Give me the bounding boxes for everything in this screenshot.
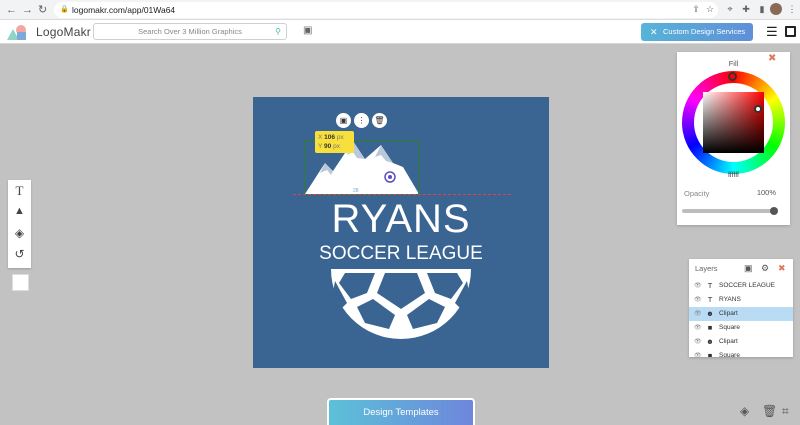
close-icon[interactable]: ✖ (778, 263, 786, 274)
saturation-picker[interactable] (703, 92, 764, 153)
layers-panel: Layers ▣ ⚙ ✖ 👁 T SOCCER LEAGUE 👁 T RYANS 👁 ☻ Cli… (689, 259, 793, 357)
search-icon[interactable]: ⚲ (275, 24, 281, 39)
url-text: logomakr.com/app/01Wa64 (72, 5, 176, 15)
close-icon[interactable]: ✖ (768, 53, 776, 64)
gear-icon[interactable]: ⚙ (761, 263, 769, 274)
trash-icon[interactable]: 🗑 (762, 404, 777, 418)
fill-panel: Fill ✖ ffffff Opacity 100% (677, 52, 790, 225)
visibility-eye-icon[interactable]: 👁 (694, 307, 702, 321)
layer-type-icon: T (707, 295, 713, 304)
menu-icon[interactable]: ☰ (766, 25, 778, 38)
address-bar[interactable]: 🔒 logomakr.com/app/01Wa64 (54, 2, 718, 18)
left-toolbar: T ▲ ◈ ↺ (8, 180, 31, 268)
custom-design-services-button[interactable]: ✕ Custom Design Services (641, 23, 753, 41)
crop-icon[interactable]: ⌗ (782, 404, 789, 419)
replace-image-icon[interactable]: ▣ (336, 113, 351, 128)
star-icon[interactable]: ☆ (704, 3, 716, 15)
visibility-eye-icon[interactable]: 👁 (694, 293, 702, 307)
image-layer-icon[interactable]: ▣ (744, 263, 753, 274)
sidebar-icon[interactable]: ▮ (756, 3, 768, 15)
layer-row[interactable]: 👁 ■ Square (689, 349, 793, 357)
x-coordinate: 106 (324, 134, 336, 141)
visibility-eye-icon[interactable]: 👁 (694, 321, 702, 335)
design-templates-button[interactable]: Design Templates (327, 398, 475, 425)
back-icon[interactable]: ← (6, 3, 17, 17)
opacity-label: Opacity (684, 189, 710, 198)
hue-wheel[interactable] (682, 71, 785, 174)
logo-title-text[interactable]: RYANS (253, 197, 549, 241)
more-options-icon[interactable]: ⋮ (354, 113, 369, 128)
layer-type-icon: ☻ (706, 337, 714, 346)
soccer-ball-clipart (331, 269, 471, 339)
search-placeholder: Search Over 3 Million Graphics (138, 27, 242, 36)
floating-toolbar: ▣ ⋮ 🗑 (336, 113, 387, 129)
tab-search-icon[interactable]: ⌖ (724, 3, 736, 15)
graphics-search-input[interactable]: Search Over 3 Million Graphics ⚲ (93, 23, 287, 40)
save-icon[interactable] (785, 26, 796, 37)
visibility-eye-icon[interactable]: 👁 (694, 349, 702, 357)
guide-measure: 28 (353, 188, 359, 194)
design-canvas[interactable]: ▣ ⋮ 🗑 X 106 px Y 90 px 28 RYANS SOCCER L… (253, 97, 549, 368)
visibility-eye-icon[interactable]: 👁 (694, 335, 702, 349)
share-icon[interactable]: ⇪ (690, 3, 702, 15)
layer-row[interactable]: 👁 ☻ Clipart (689, 335, 793, 349)
opacity-slider-handle[interactable] (770, 207, 778, 215)
logo-subtitle-text[interactable]: SOCCER LEAGUE (253, 243, 549, 265)
visibility-eye-icon[interactable]: 👁 (694, 279, 702, 293)
forward-icon[interactable]: → (22, 3, 33, 17)
layer-row[interactable]: 👁 ■ Square (689, 321, 793, 335)
saturation-handle[interactable] (754, 105, 762, 113)
custom-design-label: Custom Design Services (663, 27, 746, 36)
layer-name: Square (719, 324, 740, 331)
lock-icon: 🔒 (60, 6, 69, 13)
logomakr-logo-icon[interactable] (6, 23, 28, 41)
app-name[interactable]: LogoMakr (36, 25, 91, 39)
clipart-tool-icon[interactable]: ◈ (8, 226, 31, 240)
text-tool-icon[interactable]: T (8, 183, 31, 199)
layer-type-icon: ■ (707, 323, 713, 332)
layer-name: RYANS (719, 296, 741, 303)
layer-name: Clipart (719, 338, 738, 345)
delete-icon[interactable]: 🗑 (372, 113, 387, 128)
layer-name: Square (719, 352, 740, 357)
layer-type-icon: T (707, 281, 713, 290)
browser-toolbar: ← → ↻ 🔒 logomakr.com/app/01Wa64 ⇪ ☆ ⌖ ✚ … (0, 0, 800, 20)
shapes-tool-icon[interactable]: ▲ (8, 205, 31, 217)
layer-type-icon: ☻ (706, 309, 714, 318)
layer-type-icon: ■ (707, 351, 713, 357)
alignment-guide (293, 194, 511, 195)
opacity-value[interactable]: 100% (757, 188, 776, 197)
hue-handle[interactable] (728, 72, 737, 81)
history-tool-icon[interactable]: ↺ (8, 247, 31, 261)
layer-row[interactable]: 👁 T RYANS (689, 293, 793, 307)
color-swatch[interactable] (12, 274, 29, 291)
more-icon[interactable]: ⋮ (786, 3, 798, 15)
opacity-slider[interactable] (682, 209, 776, 213)
layers-header: Layers ▣ ⚙ ✖ (689, 259, 793, 279)
hex-value[interactable]: ffffff (677, 172, 790, 179)
layer-row[interactable]: 👁 T SOCCER LEAGUE (689, 279, 793, 293)
layers-icon[interactable]: ◈ (740, 404, 749, 418)
layer-row[interactable]: 👁 ☻ Clipart (689, 307, 793, 321)
reload-icon[interactable]: ↻ (38, 3, 47, 17)
layer-name: Clipart (719, 310, 738, 317)
image-upload-icon[interactable]: ▣ (303, 25, 315, 37)
y-coordinate: 90 (324, 143, 332, 150)
extensions-icon[interactable]: ✚ (740, 3, 752, 15)
design-tools-icon: ✕ (650, 27, 658, 37)
layers-title: Layers (695, 264, 718, 273)
app-header: LogoMakr Search Over 3 Million Graphics … (0, 20, 800, 44)
position-tooltip: X 106 px Y 90 px (315, 131, 354, 153)
profile-avatar[interactable] (770, 3, 782, 15)
layer-name: SOCCER LEAGUE (719, 282, 775, 289)
